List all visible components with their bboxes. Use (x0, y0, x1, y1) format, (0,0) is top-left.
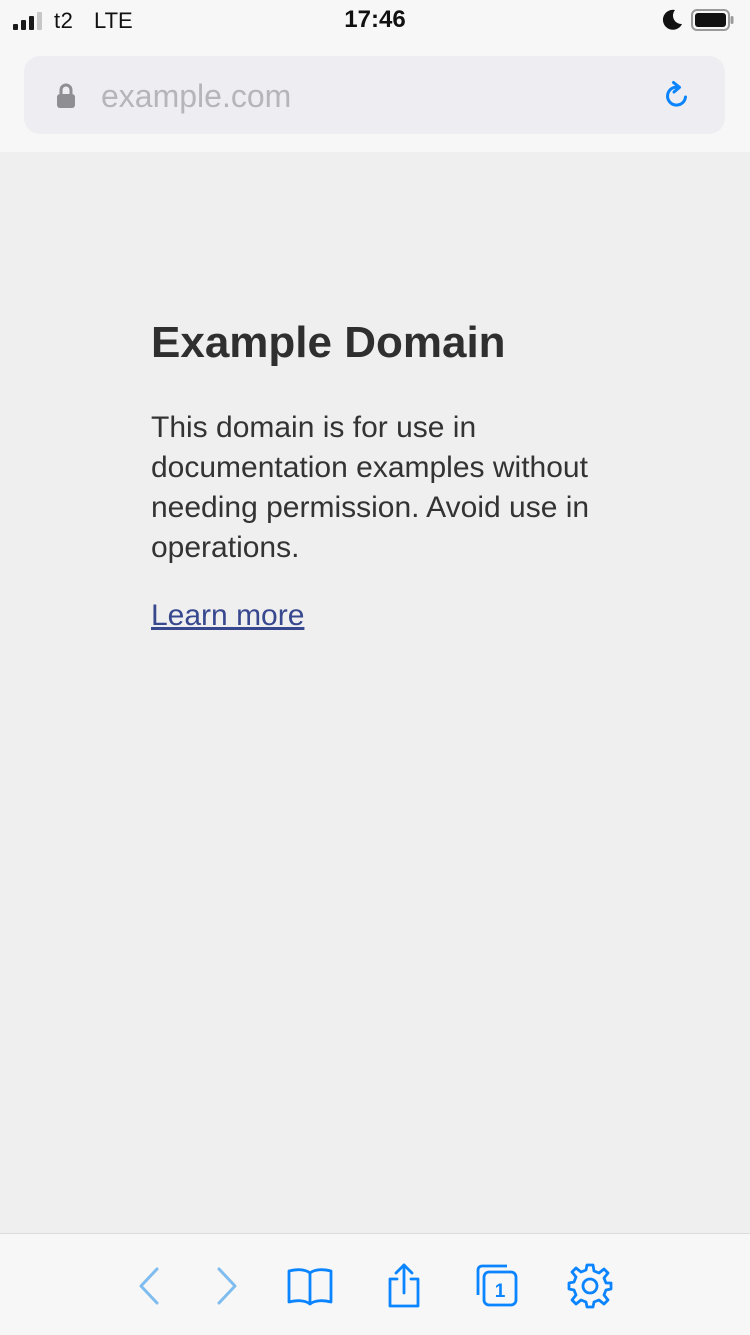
page-body-text: This domain is for use in documentation … (151, 411, 590, 564)
forward-button[interactable] (203, 1262, 251, 1310)
settings-button[interactable] (566, 1262, 614, 1310)
back-button[interactable] (126, 1262, 174, 1310)
lock-icon (57, 83, 75, 108)
address-bar[interactable]: example.com (24, 56, 725, 134)
gear-icon (567, 1263, 613, 1309)
tab-count: 1 (495, 1281, 506, 1302)
web-page-content: Example Domain This domain is for use in… (0, 152, 750, 1233)
reload-icon[interactable] (661, 79, 693, 111)
status-bar: t2 LTE 17:46 (0, 0, 750, 40)
url-text[interactable]: example.com (101, 78, 291, 115)
chevron-right-icon (217, 1267, 237, 1305)
share-icon (388, 1263, 420, 1308)
tabs-button[interactable]: 1 (472, 1262, 520, 1310)
page-heading: Example Domain (151, 318, 506, 367)
chevron-left-icon (139, 1267, 159, 1305)
moon-icon (662, 9, 682, 30)
bookmarks-button[interactable] (286, 1262, 334, 1310)
share-button[interactable] (380, 1262, 428, 1310)
status-time: 17:46 (344, 6, 406, 33)
battery-icon (691, 9, 734, 31)
browser-bottom-toolbar: 1 (0, 1233, 750, 1335)
book-icon (287, 1268, 333, 1306)
learn-more-link[interactable]: Learn more (151, 599, 304, 633)
browser-top-toolbar: example.com (0, 40, 750, 152)
